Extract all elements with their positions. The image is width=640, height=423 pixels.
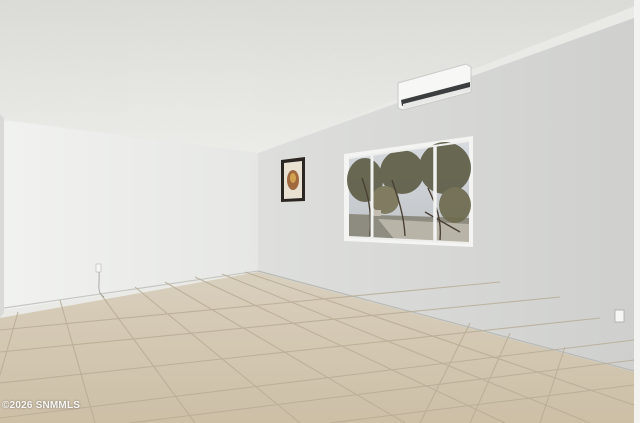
power-outlet [95, 263, 102, 273]
framed-picture [281, 157, 305, 202]
right-edge [634, 0, 640, 423]
power-outlet [614, 309, 625, 323]
watermark: ©2026 SNMMLS [2, 400, 81, 411]
room-photo [0, 0, 640, 423]
window [344, 136, 473, 247]
left-edge-wall [0, 114, 4, 318]
